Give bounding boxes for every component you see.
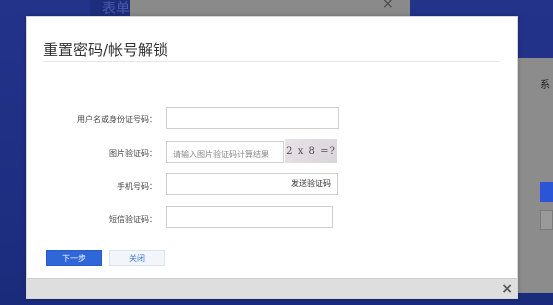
phone-label: 手机号码： <box>117 182 157 191</box>
captcha-input[interactable] <box>167 144 283 165</box>
background-side-panel <box>518 58 553 293</box>
username-label: 用户名或身份证号码： <box>77 115 157 124</box>
background-window <box>130 0 410 16</box>
phone-field[interactable]: 发送验证码 <box>166 173 338 197</box>
reset-password-dialog: 重置密码/帐号解锁 用户名或身份证号码： 图片验证码： 2 x 8 =? 手机号… <box>26 16 518 299</box>
background-side-button <box>540 182 553 202</box>
sms-code-label: 短信验证码： <box>109 215 157 224</box>
username-field[interactable] <box>166 107 339 131</box>
close-icon: × <box>382 0 394 12</box>
next-button[interactable]: 下一步 <box>46 250 102 266</box>
captcha-field[interactable] <box>166 141 284 165</box>
sms-code-input[interactable] <box>167 209 332 230</box>
close-button[interactable]: 关闭 <box>109 250 165 266</box>
captcha-label: 图片验证码： <box>109 149 157 158</box>
captcha-image[interactable]: 2 x 8 =? <box>285 139 337 163</box>
background-side-button-secondary <box>540 210 553 230</box>
title-divider <box>43 61 499 62</box>
dialog-footer: × <box>27 278 517 298</box>
close-icon[interactable]: × <box>501 281 513 297</box>
username-input[interactable] <box>167 110 338 131</box>
background-side-label: 系 <box>540 80 550 91</box>
dialog-title: 重置密码/帐号解锁 <box>43 41 169 59</box>
sms-code-field[interactable] <box>166 206 333 230</box>
send-code-button[interactable]: 发送验证码 <box>289 174 333 194</box>
